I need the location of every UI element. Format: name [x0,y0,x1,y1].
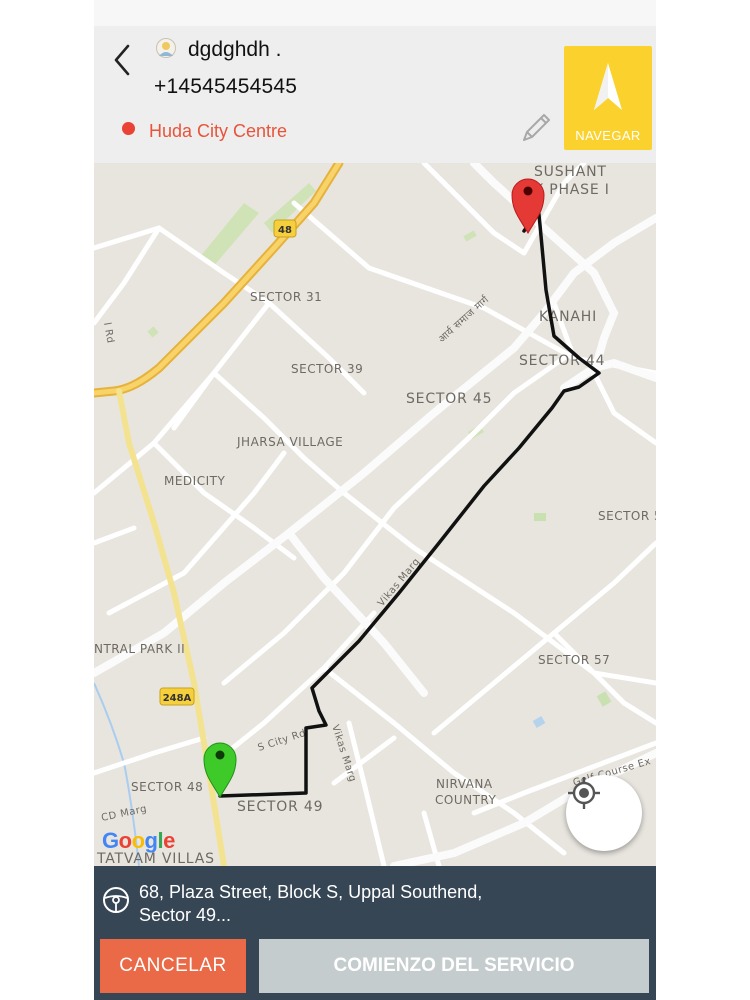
start-service-button[interactable]: COMIENZO DEL SERVICIO [259,939,649,993]
destination-name: Huda City Centre [149,121,288,141]
navigate-button[interactable]: NAVEGAR [564,46,652,150]
route-map[interactable]: 48 248A आर्य समाज मार्ग Vikas Marg Vikas… [94,163,656,866]
area-label: COUNTRY [435,793,496,807]
area-label: SECTOR 31 [250,290,322,304]
navigate-label: NAVEGAR [575,128,641,143]
area-label: SECTOR 45 [406,391,492,407]
my-location-icon [568,777,600,809]
cancel-button[interactable]: CANCELAR [100,939,246,993]
steering-wheel-icon [103,887,129,913]
avatar-icon [156,38,176,58]
my-location-button[interactable] [566,775,642,851]
area-label: JHARSA VILLAGE [236,435,343,449]
app-screen: dgdghdh . +14545454545 Huda City Centre … [94,0,656,1000]
destination-dot [122,122,135,135]
area-label: SECTOR 39 [291,362,363,376]
area-label: NIRVANA [436,777,493,791]
area-label: KANAHI [539,309,597,325]
highway-248a-label: 248A [163,693,192,704]
status-bar [94,0,656,26]
address-bar: 68, Plaza Street, Block S, Uppal Southen… [94,866,656,934]
action-bar: CANCELAR COMIENZO DEL SERVICIO [94,934,656,1000]
trip-header: dgdghdh . +14545454545 Huda City Centre … [94,26,656,163]
phone-number[interactable]: +14545454545 [154,75,297,99]
pencil-icon [523,114,550,141]
area-label: NTRAL PARK II [94,642,185,656]
area-label: SECTOR 49 [237,799,323,815]
back-arrow-icon [114,44,130,76]
edit-button[interactable] [518,110,554,146]
map-canvas: 48 248A आर्य समाज मार्ग Vikas Marg Vikas… [94,163,656,866]
highway-48-label: 48 [278,225,292,236]
area-label: SUSHANT [534,164,607,180]
park-area [534,513,546,521]
area-label: SECTOR 48 [131,780,203,794]
address-line-1: 68, Plaza Street, Block S, Uppal Southen… [139,882,483,902]
area-label: SECTOR 5 [598,509,656,523]
area-label: SECTOR 57 [538,653,610,667]
navigation-arrow-icon [594,63,622,110]
address-line-2: Sector 49... [139,905,232,925]
area-label: K PHASE I [534,182,610,198]
pickup-address: 68, Plaza Street, Block S, Uppal Southen… [139,881,619,927]
user-name: dgdghdh . [188,38,282,61]
back-button[interactable] [106,40,140,80]
area-label: MEDICITY [164,474,225,488]
google-logo: Google [102,828,175,853]
